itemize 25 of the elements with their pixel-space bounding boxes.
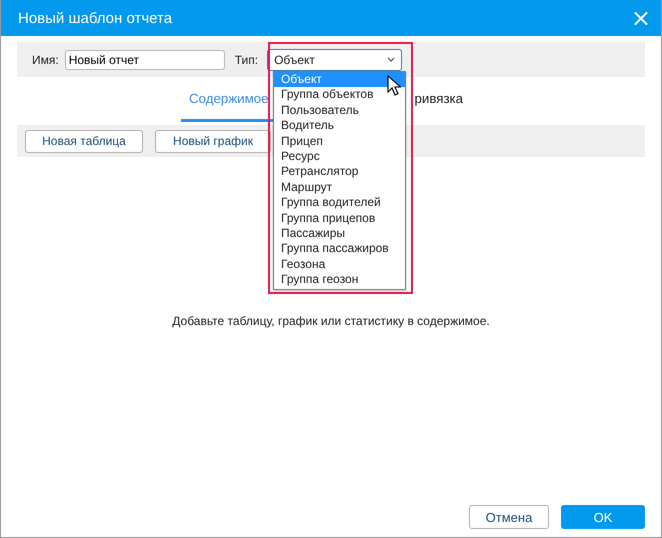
dropdown-option[interactable]: Маршрут [274, 180, 405, 196]
name-label: Имя: [32, 52, 59, 66]
chevron-icon [387, 57, 396, 62]
cancel-button[interactable]: Отмена [469, 505, 549, 529]
dropdown-option[interactable]: Группа водителей [274, 195, 405, 211]
type-dropdown[interactable]: Объект [267, 48, 402, 70]
name-field[interactable]: Новый отчет [64, 50, 225, 70]
toolbar-button[interactable]: Новый график [155, 130, 271, 152]
type-label: Тип: [234, 52, 258, 66]
cursor-icon [387, 75, 401, 96]
toolbar-button[interactable]: Новая таблица [25, 130, 143, 152]
dropdown-option[interactable]: Геозона [274, 256, 405, 272]
dropdown-option[interactable]: Водитель [274, 118, 405, 134]
dropdown-option[interactable]: Группа пассажиров [274, 241, 405, 257]
dropdown-option[interactable]: Прицеп [274, 134, 405, 149]
dropdown-option[interactable]: Ретранслятор [274, 164, 405, 180]
window-title: Новый шаблон отчета [18, 10, 172, 26]
empty-message: Добавьте таблицу, график или статистику в содержимое. [172, 314, 490, 328]
dropdown-option[interactable]: Пользователь [274, 102, 405, 118]
dropdown-option[interactable]: Группа прицепов [274, 210, 405, 226]
dropdown-option[interactable]: Группа геозон [274, 272, 405, 288]
dropdown-option[interactable]: Ресурс [274, 148, 405, 164]
dropdown-option[interactable]: Группа объектов [274, 87, 405, 103]
dropdown-option[interactable]: Пассажиры [274, 226, 405, 242]
tab[interactable]: ривязка [406, 77, 472, 122]
